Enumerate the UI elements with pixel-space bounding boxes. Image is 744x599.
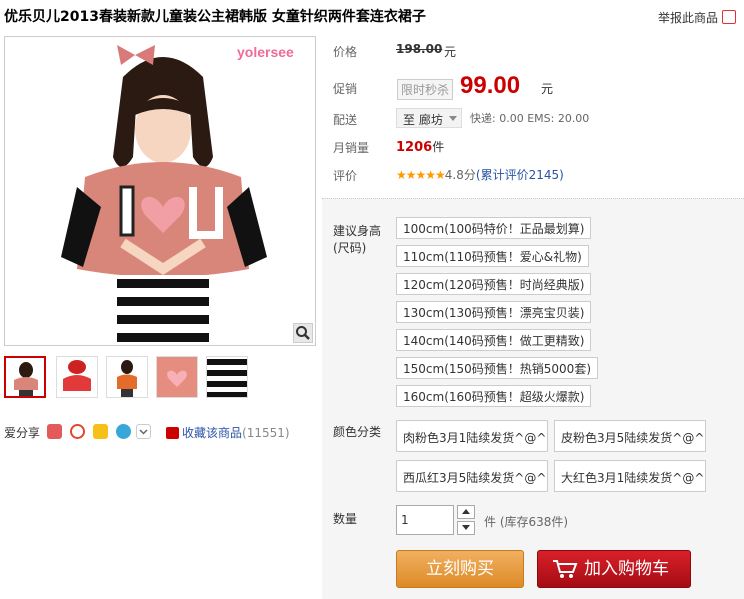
- color-option[interactable]: 皮粉色3月5陆续发货^@^: [554, 420, 706, 452]
- size-label: 建议身高 (尺码): [333, 223, 381, 257]
- chevron-up-icon: [462, 509, 470, 514]
- weibo-icon[interactable]: [70, 424, 85, 439]
- original-price: 198.00: [396, 42, 443, 56]
- color-option[interactable]: 西瓜红3月5陆续发货^@^: [396, 460, 548, 492]
- report-icon[interactable]: [722, 10, 736, 24]
- share-bubble-icon[interactable]: [116, 424, 131, 439]
- size-option[interactable]: 160cm(160码预售！超级火爆款): [396, 385, 592, 407]
- size-option[interactable]: 150cm(150码预售！热销5000套): [396, 357, 598, 379]
- chevron-down-icon: [462, 525, 470, 530]
- price-label: 价格: [333, 45, 358, 59]
- sales-label: 月销量: [333, 141, 370, 155]
- thumbnail-2[interactable]: [56, 356, 98, 398]
- size-label-line2: (尺码): [333, 241, 367, 255]
- quantity-decrease-button[interactable]: [457, 521, 475, 535]
- size-option[interactable]: 140cm(140码预售！做工更精致): [396, 329, 592, 351]
- quantity-input[interactable]: [396, 505, 454, 535]
- qzone-icon[interactable]: [93, 424, 108, 439]
- color-label: 颜色分类: [333, 425, 382, 439]
- original-price-unit: 元: [444, 45, 457, 59]
- chevron-down-icon: [449, 116, 457, 121]
- product-title: 优乐贝儿2013春装新款儿童装公主裙韩版 女童针织两件套连衣裙子: [4, 9, 426, 25]
- main-product-image[interactable]: yolersee: [4, 36, 316, 346]
- rating-score: 4.8分: [444, 168, 476, 182]
- zoom-button[interactable]: [293, 323, 313, 343]
- quantity-label: 数量: [333, 512, 358, 526]
- rating-info: ★★★★★4.8分(累计评价2145): [396, 166, 564, 183]
- promo-badge: 限时秒杀: [397, 79, 454, 100]
- promo-price: 99.00: [460, 72, 521, 99]
- magnifier-icon: [296, 326, 310, 340]
- quantity-increase-button[interactable]: [457, 505, 475, 519]
- thumbnail-3[interactable]: [106, 356, 148, 398]
- sales-info: 1206件: [396, 138, 444, 155]
- thumbnail-1[interactable]: [4, 356, 46, 398]
- promo-price-unit: 元: [541, 82, 554, 96]
- stock-info: 件 (库存638件): [484, 515, 569, 529]
- chevron-down-icon[interactable]: [136, 424, 151, 439]
- shipping-label: 配送: [333, 113, 358, 127]
- color-option[interactable]: 肉粉色3月1陆续发货^@^: [396, 420, 548, 452]
- sales-unit: 件: [432, 140, 445, 154]
- report-link[interactable]: 举报此商品: [658, 9, 718, 26]
- bookmark-icon: [166, 427, 179, 439]
- sales-count: 1206: [396, 140, 433, 155]
- add-to-cart-label: 加入购物车: [584, 559, 669, 579]
- add-to-cart-button[interactable]: 加入购物车: [537, 550, 691, 588]
- favorite-link[interactable]: 收藏该商品(11551): [166, 424, 290, 441]
- buy-now-button[interactable]: 立刻购买: [396, 550, 524, 588]
- rating-label: 评价: [333, 169, 358, 183]
- promo-label: 促销: [333, 82, 358, 96]
- color-option[interactable]: 大红色3月1陆续发货^@^: [554, 460, 706, 492]
- size-option[interactable]: 110cm(110码预售！爱心&礼物): [396, 245, 589, 267]
- size-label-line1: 建议身高: [333, 224, 382, 238]
- favorite-label[interactable]: 收藏该商品: [182, 426, 242, 440]
- shipping-detail: 快递: 0.00 EMS: 20.00: [470, 112, 590, 125]
- size-option[interactable]: 100cm(100码特价！正品最划算): [396, 217, 592, 239]
- region-value: 至 廊坊: [403, 113, 443, 127]
- rating-stars: ★★★★★: [396, 168, 446, 182]
- favorite-count: (11551): [242, 426, 290, 440]
- region-select[interactable]: 至 廊坊: [396, 108, 462, 128]
- shopping-cart-icon: [553, 560, 578, 578]
- size-option[interactable]: 120cm(120码预售！时尚经典版): [396, 273, 592, 295]
- thumbnail-4[interactable]: [156, 356, 198, 398]
- share-label: 爱分享: [4, 426, 41, 440]
- review-link[interactable]: (累计评价2145): [476, 168, 564, 182]
- douban-icon[interactable]: [47, 424, 62, 439]
- size-option[interactable]: 130cm(130码预售！漂亮宝贝装): [396, 301, 592, 323]
- brand-logo: yolersee: [237, 44, 294, 60]
- thumbnail-5[interactable]: [206, 356, 248, 398]
